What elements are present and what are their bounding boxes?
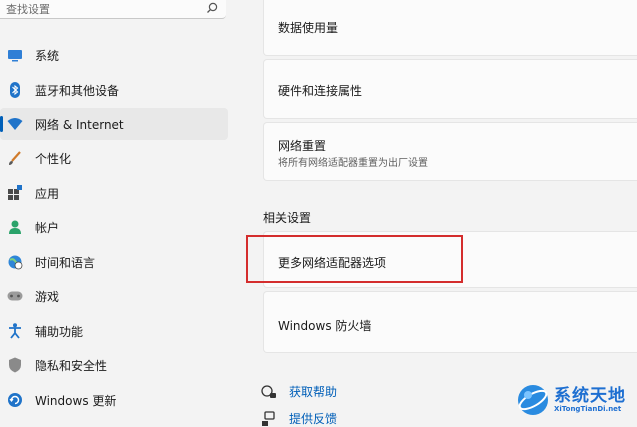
card-hardware-properties[interactable]: 硬件和连接属性 [263,59,637,119]
sidebar-item-personalization[interactable]: 个性化 [0,142,228,174]
sidebar-item-time-language[interactable]: 时间和语言 [0,246,228,278]
shield-icon [7,357,23,373]
card-windows-firewall[interactable]: Windows 防火墙 [263,291,637,353]
sidebar-item-bluetooth[interactable]: 蓝牙和其他设备 [0,74,228,106]
sidebar-item-gaming[interactable]: 游戏 [0,280,228,312]
help-icon [261,384,276,398]
sidebar-item-accounts[interactable]: 帐户 [0,211,228,243]
feedback-link[interactable]: 提供反馈 [261,410,337,427]
watermark-logo: 系统天地 XiTongTianDi.net [516,383,626,417]
search-icon [207,2,218,13]
sidebar-item-windows-update[interactable]: Windows 更新 [0,384,228,416]
search-box[interactable]: 查找设置 [0,0,226,19]
account-icon [7,219,23,235]
related-settings-title: 相关设置 [263,211,312,225]
get-help-link[interactable]: 获取帮助 [261,383,337,400]
sidebar-item-accessibility[interactable]: 辅助功能 [0,315,228,347]
gamepad-icon [7,288,23,304]
globe-logo-icon [518,385,548,415]
accessibility-icon [7,323,23,339]
sidebar-item-network[interactable]: 网络 & Internet [0,108,228,140]
brush-icon [7,150,23,166]
search-input[interactable]: 查找设置 [6,1,50,17]
sidebar-item-privacy[interactable]: 隐私和安全性 [0,349,228,381]
update-icon [7,392,23,408]
feedback-icon [262,410,275,426]
active-indicator [0,116,3,132]
card-network-reset[interactable]: 网络重置 将所有网络适配器重置为出厂设置 [263,122,637,181]
globe-clock-icon [7,254,23,270]
apps-icon [7,185,23,201]
sidebar-item-apps[interactable]: 应用 [0,177,228,209]
highlight-box [246,235,463,283]
sidebar-item-system[interactable]: 系统 [0,39,228,71]
bluetooth-icon [7,82,23,98]
wifi-icon [7,116,23,132]
system-icon [7,47,23,63]
card-data-usage[interactable]: 数据使用量 [263,0,637,56]
